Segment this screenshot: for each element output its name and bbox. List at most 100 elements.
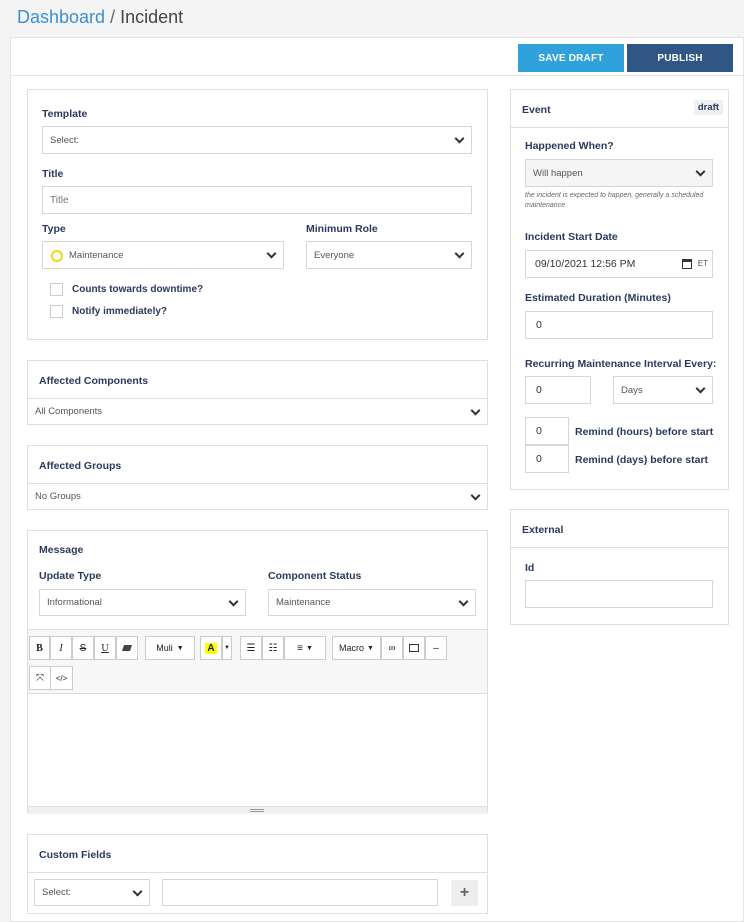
save-draft-button[interactable]: SAVE DRAFT [518, 44, 624, 72]
highlight-icon: A [205, 642, 217, 654]
underline-button[interactable]: U [94, 636, 116, 660]
numbered-list-button[interactable]: ☷ [262, 636, 284, 660]
highlight-color-button[interactable]: A [200, 636, 222, 660]
type-select[interactable]: Maintenance [42, 241, 284, 269]
affected-groups-value: No Groups [35, 491, 81, 502]
calendar-icon[interactable] [682, 259, 692, 269]
template-select[interactable]: Select: [42, 126, 472, 154]
remind-days-label: Remind (days) before start [575, 454, 709, 466]
affected-components-select[interactable]: All Components [28, 399, 487, 424]
happened-when-value: Will happen [533, 167, 583, 179]
notify-immediately-checkbox[interactable] [50, 305, 63, 318]
chevron-down-icon [228, 596, 239, 607]
font-family-value: Muli [156, 643, 173, 653]
strikethrough-button[interactable]: S [72, 636, 94, 660]
link-button[interactable]: ∞ [381, 636, 403, 660]
duration-value: 0 [536, 319, 542, 331]
affected-components-value: All Components [35, 406, 103, 417]
remind-days-input[interactable]: 0 [525, 445, 569, 473]
font-family-dropdown[interactable]: Muli ▼ [145, 636, 195, 660]
chevron-down-icon [132, 886, 143, 897]
chevron-down-icon [458, 596, 469, 607]
action-bar: SAVE DRAFT PUBLISH [11, 38, 744, 76]
publish-button[interactable]: PUBLISH [627, 44, 733, 72]
component-status-value: Maintenance [276, 597, 331, 608]
event-title: Event [522, 104, 551, 116]
fullscreen-button[interactable]: ⤧ [29, 666, 51, 690]
affected-groups-select[interactable]: No Groups [28, 484, 487, 509]
minimum-role-select[interactable]: Everyone [306, 241, 472, 269]
type-label: Type [42, 223, 66, 235]
counts-downtime-checkbox[interactable] [50, 283, 63, 296]
external-header: External [511, 510, 728, 548]
editor-toolbar: B I S U Muli ▼ A ▼ ☰ ☷ ≡ ▼ Macro ▼ ∞ – ⤧ </… [28, 630, 487, 694]
fullscreen-icon: ⤧ [36, 672, 44, 684]
highlight-color-dropdown[interactable]: ▼ [222, 636, 232, 660]
remind-days-value: 0 [536, 453, 542, 465]
title-input[interactable]: Title [42, 186, 472, 214]
update-type-value: Informational [47, 597, 102, 608]
custom-fields-header: Custom Fields [28, 835, 487, 873]
editor-resize-handle[interactable] [28, 806, 487, 814]
template-select-value: Select: [50, 134, 80, 146]
italic-button[interactable]: I [50, 636, 72, 660]
bullet-list-button[interactable]: ☰ [240, 636, 262, 660]
numbered-list-icon: ☷ [268, 642, 278, 654]
custom-field-select[interactable]: Select: [34, 879, 150, 906]
bold-button[interactable]: B [29, 636, 50, 660]
chevron-down-icon [454, 248, 465, 259]
counts-downtime-label: Counts towards downtime? [72, 284, 204, 295]
title-placeholder: Title [50, 194, 69, 206]
recurring-interval-input[interactable]: 0 [525, 376, 591, 404]
custom-fields-title: Custom Fields [39, 849, 112, 861]
link-icon: ∞ [388, 642, 396, 654]
external-id-input[interactable] [525, 580, 713, 608]
minimum-role-value: Everyone [314, 249, 355, 261]
duration-input[interactable]: 0 [525, 311, 713, 339]
remind-hours-input[interactable]: 0 [525, 417, 569, 445]
happened-when-hint: the incident is expected to happen, gene… [525, 192, 704, 209]
chevron-down-icon [695, 383, 706, 394]
duration-label: Estimated Duration (Minutes) [525, 292, 671, 304]
chevron-down-icon [695, 166, 706, 177]
eraser-button[interactable] [116, 636, 138, 660]
recurring-unit-value: Days [621, 384, 643, 396]
breadcrumb: Dashboard / Incident [17, 7, 183, 28]
add-custom-field-button[interactable]: + [451, 880, 478, 906]
incident-start-label: Incident Start Date [525, 231, 618, 243]
incident-details-panel: Template Select: Title Title Type Mainte… [27, 89, 488, 340]
horizontal-rule-button[interactable]: – [425, 636, 447, 660]
template-label: Template [42, 108, 88, 120]
component-status-select[interactable]: Maintenance [268, 589, 476, 616]
paragraph-align-dropdown[interactable]: ≡ ▼ [284, 636, 326, 660]
chevron-down-icon [470, 405, 481, 416]
recurring-unit-select[interactable]: Days [613, 376, 713, 404]
macro-dropdown[interactable]: Macro ▼ [332, 636, 381, 660]
bullet-list-icon: ☰ [246, 642, 256, 654]
happened-when-select[interactable]: Will happen [525, 159, 713, 187]
chevron-down-icon [454, 133, 465, 144]
affected-components-header: Affected Components [28, 361, 487, 399]
breadcrumb-dashboard-link[interactable]: Dashboard [17, 7, 105, 27]
message-panel: Message Update Type Informational Compon… [27, 530, 488, 814]
code-view-button[interactable]: </> [50, 666, 73, 690]
custom-field-value-input[interactable] [162, 879, 438, 906]
editor-content-area[interactable] [28, 694, 487, 806]
maintenance-status-icon [51, 250, 63, 262]
image-button[interactable] [403, 636, 425, 660]
remind-hours-value: 0 [536, 425, 542, 437]
minimum-role-label: Minimum Role [306, 223, 378, 235]
remind-hours-label: Remind (hours) before start [575, 426, 714, 438]
plus-icon: + [459, 884, 470, 901]
update-type-select[interactable]: Informational [39, 589, 246, 616]
chevron-down-icon [266, 248, 277, 259]
eraser-icon [121, 645, 133, 651]
incident-start-input[interactable]: 09/10/2021 12:56 PM ET [525, 250, 713, 278]
external-panel: External Id [510, 509, 729, 625]
affected-components-panel: Affected Components All Components [27, 360, 488, 425]
external-id-label: Id [525, 562, 535, 574]
timezone-label: ET [697, 259, 708, 268]
affected-groups-header: Affected Groups [28, 446, 487, 484]
custom-fields-panel: Custom Fields Select: + [27, 834, 488, 914]
event-panel: Event draft Happened When? Will happen t… [510, 89, 729, 490]
